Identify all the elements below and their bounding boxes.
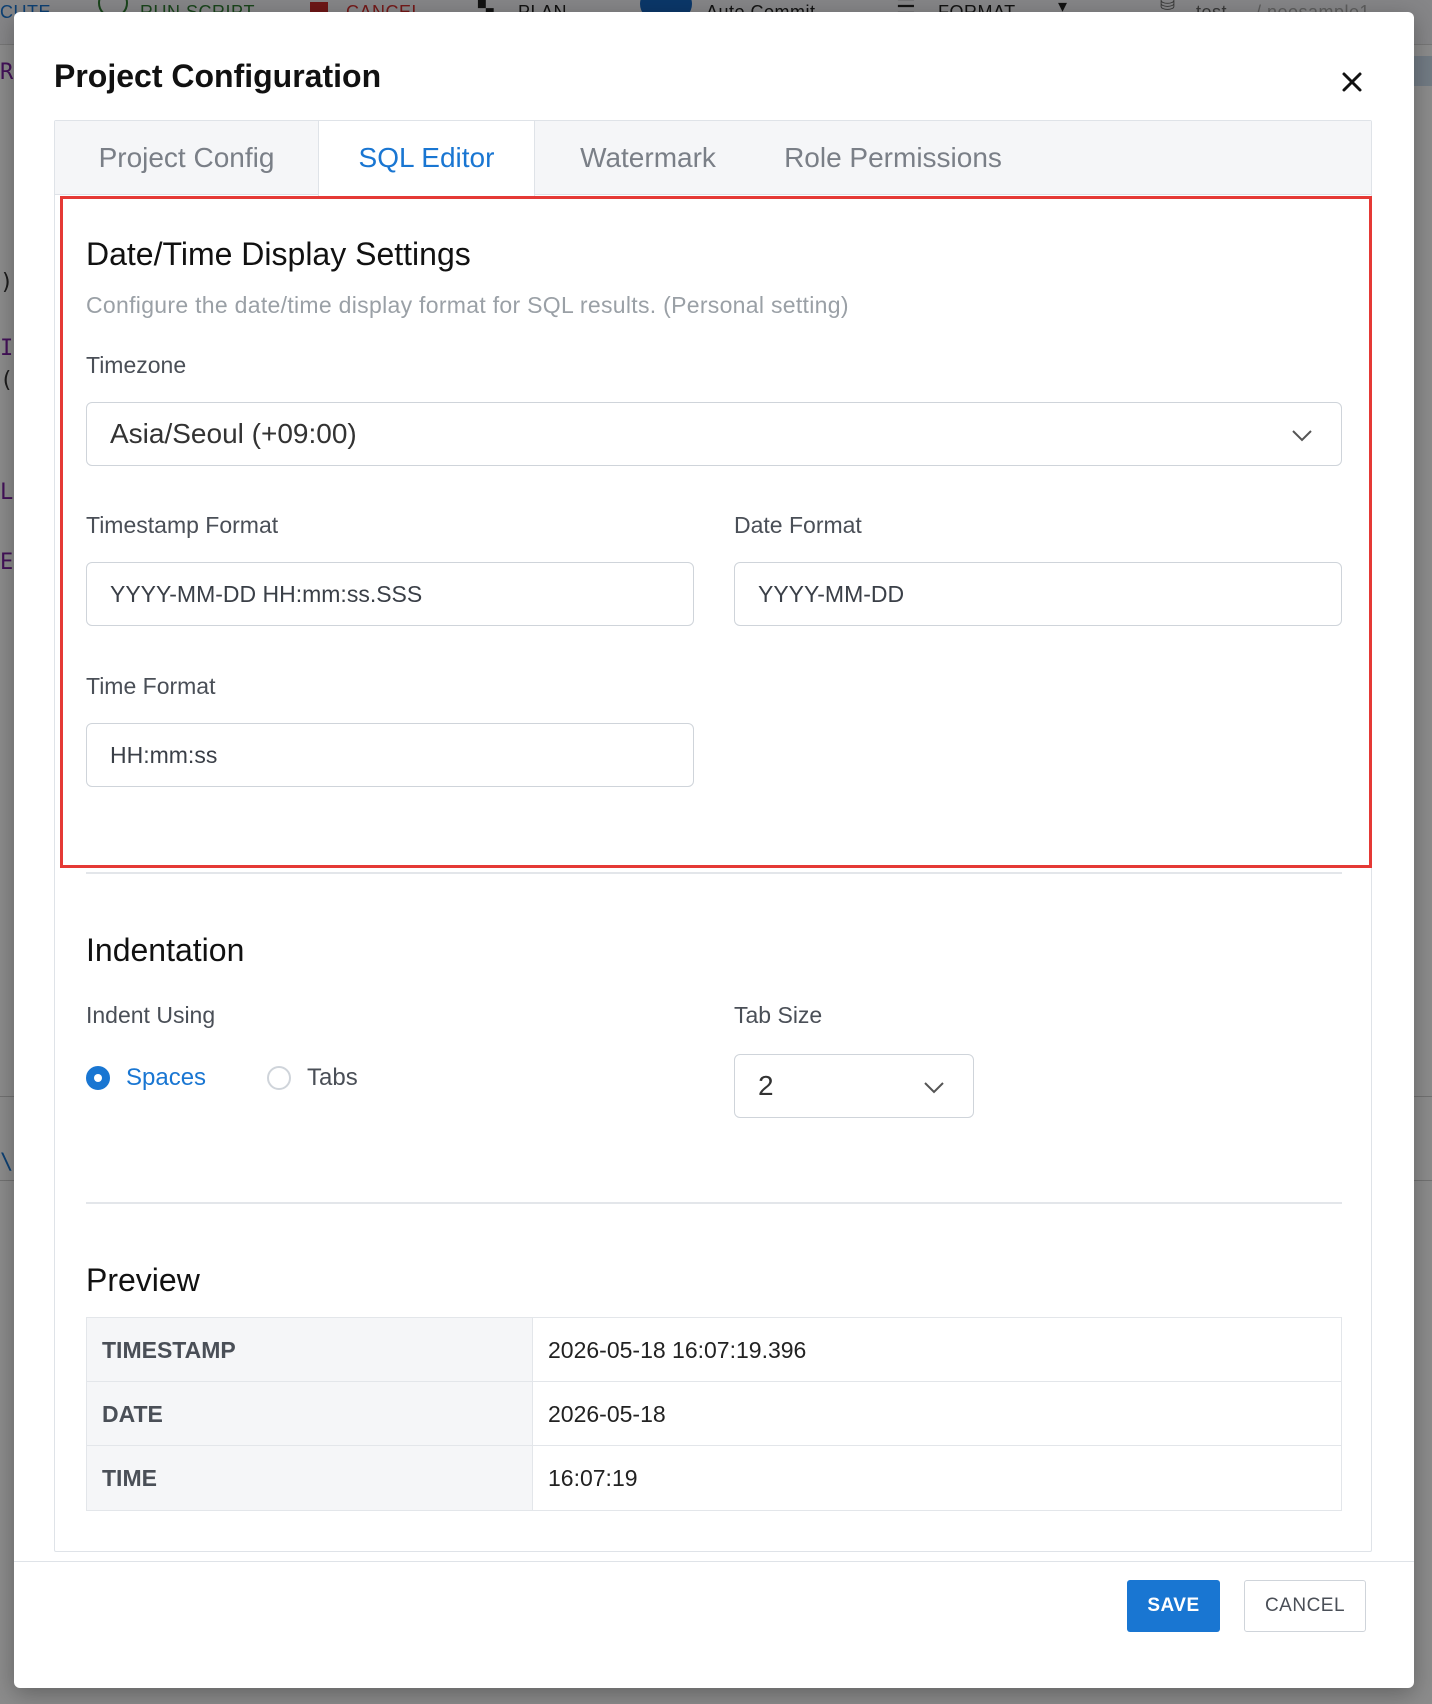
date-format-input[interactable] (734, 562, 1342, 626)
timezone-label: Timezone (86, 352, 187, 378)
preview-key-timestamp: TIMESTAMP (87, 1318, 533, 1381)
radio-spaces-label[interactable]: Spaces (126, 1064, 206, 1092)
table-row: TIMESTAMP 2026-05-18 16:07:19.396 (87, 1318, 1341, 1382)
chevron-down-icon (1292, 430, 1312, 442)
close-button[interactable] (1334, 64, 1370, 100)
timestamp-format-label: Timestamp Format (86, 512, 279, 538)
datetime-section-description: Configure the date/time display format f… (86, 292, 849, 318)
table-row: DATE 2026-05-18 (87, 1382, 1341, 1446)
chevron-down-icon (924, 1082, 944, 1094)
radio-spaces[interactable] (86, 1066, 110, 1090)
footer-divider (14, 1561, 1414, 1562)
cancel-button[interactable]: CANCEL (1244, 1580, 1366, 1632)
date-format-label: Date Format (734, 512, 862, 538)
tab-role-permissions[interactable]: Role Permissions (761, 121, 1025, 195)
indentation-section-title: Indentation (86, 932, 245, 968)
close-icon (1342, 72, 1362, 92)
radio-tabs-label[interactable]: Tabs (307, 1064, 358, 1092)
preview-section-title: Preview (86, 1262, 200, 1298)
datetime-section-title: Date/Time Display Settings (86, 236, 471, 272)
preview-table: TIMESTAMP 2026-05-18 16:07:19.396 DATE 2… (86, 1317, 1342, 1511)
preview-value-time: 16:07:19 (548, 1465, 638, 1491)
tab-size-label: Tab Size (734, 1002, 823, 1028)
dialog-title: Project Configuration (54, 58, 382, 94)
timezone-selected-value: Asia/Seoul (+09:00) (110, 418, 357, 449)
tab-size-select[interactable]: 2 (734, 1054, 974, 1118)
preview-key-date: DATE (87, 1382, 533, 1445)
tab-sql-editor[interactable]: SQL Editor (318, 121, 535, 196)
time-format-input[interactable] (86, 723, 694, 787)
preview-value-timestamp: 2026-05-18 16:07:19.396 (548, 1337, 807, 1363)
section-divider (86, 1202, 1342, 1204)
tab-bar: Project Config SQL Editor Watermark Role… (55, 121, 1371, 196)
timestamp-format-input[interactable] (86, 562, 694, 626)
radio-tabs[interactable] (267, 1066, 291, 1090)
table-row: TIME 16:07:19 (87, 1446, 1341, 1510)
section-divider (86, 872, 1342, 874)
tab-project-config[interactable]: Project Config (55, 121, 318, 195)
indent-using-label: Indent Using (86, 1002, 216, 1028)
timezone-select[interactable]: Asia/Seoul (+09:00) (86, 402, 1342, 466)
tab-watermark[interactable]: Watermark (535, 121, 761, 195)
project-configuration-dialog: Project Configuration Project Config SQL… (14, 12, 1414, 1688)
tab-size-selected-value: 2 (758, 1070, 774, 1101)
preview-value-date: 2026-05-18 (548, 1401, 666, 1427)
time-format-label: Time Format (86, 673, 216, 699)
save-button[interactable]: SAVE (1127, 1580, 1220, 1632)
preview-key-time: TIME (87, 1446, 533, 1510)
